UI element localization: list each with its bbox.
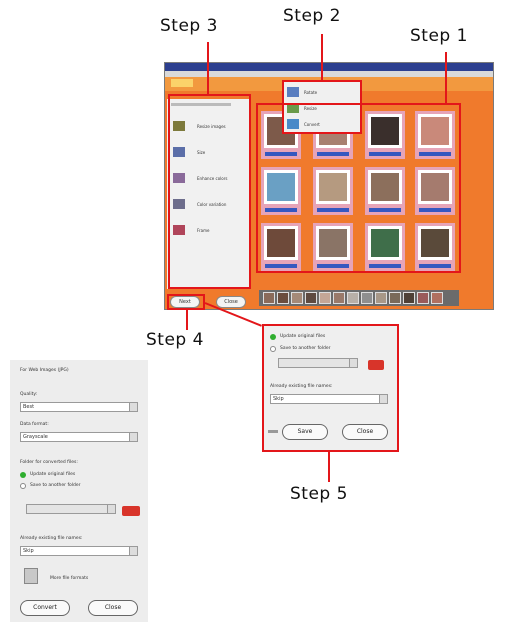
step-2-connector bbox=[321, 34, 323, 81]
film-frame[interactable] bbox=[361, 292, 373, 304]
step-5-connector bbox=[328, 452, 330, 482]
close-button[interactable]: Close bbox=[88, 600, 138, 616]
film-frame[interactable] bbox=[305, 292, 317, 304]
film-frame[interactable] bbox=[291, 292, 303, 304]
step-1-connector bbox=[445, 52, 447, 104]
save-to-folder-radio[interactable] bbox=[20, 483, 26, 489]
existing-names-label: Already existing file names: bbox=[20, 536, 83, 541]
convert-options-panel: For Web Images (JPG) Quality: Best Data … bbox=[10, 360, 148, 622]
folder-icon[interactable] bbox=[122, 506, 140, 516]
title-bar bbox=[165, 63, 493, 71]
step-3-connector bbox=[207, 42, 209, 95]
film-frame[interactable] bbox=[431, 292, 443, 304]
save-to-folder-label: Save to another folder bbox=[30, 483, 81, 488]
format-label: Data format: bbox=[20, 422, 49, 427]
step-4-highlight-box bbox=[167, 294, 205, 310]
quality-value: Best bbox=[23, 404, 35, 410]
folder-label: Folder for converted files: bbox=[20, 460, 78, 465]
existing-names-select[interactable]: Skip bbox=[20, 546, 138, 556]
film-frame[interactable] bbox=[319, 292, 331, 304]
film-frame[interactable] bbox=[375, 292, 387, 304]
film-frame[interactable] bbox=[403, 292, 415, 304]
logo bbox=[171, 79, 193, 87]
step-5-highlight-box bbox=[262, 324, 399, 452]
format-value: Grayscale bbox=[23, 434, 48, 440]
step-1-highlight-box bbox=[256, 103, 461, 273]
step-5-label: Step 5 bbox=[290, 484, 348, 504]
file-formats-icon[interactable] bbox=[24, 568, 38, 584]
close-button[interactable]: Close bbox=[216, 296, 246, 308]
film-frame[interactable] bbox=[347, 292, 359, 304]
step-3-label: Step 3 bbox=[160, 16, 218, 36]
film-frame[interactable] bbox=[389, 292, 401, 304]
step-2-label: Step 2 bbox=[283, 6, 341, 26]
format-select[interactable]: Grayscale bbox=[20, 432, 138, 442]
film-frame[interactable] bbox=[263, 292, 275, 304]
existing-names-value: Skip bbox=[23, 548, 34, 554]
quality-select[interactable]: Best bbox=[20, 402, 138, 412]
quality-label: Quality: bbox=[20, 392, 38, 397]
folder-path-field[interactable] bbox=[26, 504, 116, 514]
film-frame[interactable] bbox=[277, 292, 289, 304]
convert-button[interactable]: Convert bbox=[20, 600, 70, 616]
update-originals-label: Update original files bbox=[30, 472, 76, 477]
update-originals-radio[interactable] bbox=[20, 472, 26, 478]
film-frame[interactable] bbox=[333, 292, 345, 304]
panel-heading: For Web Images (JPG) bbox=[20, 368, 69, 373]
more-formats-label[interactable]: More file formats bbox=[50, 576, 88, 581]
step-3-highlight-box bbox=[168, 94, 251, 289]
step-4-connector bbox=[186, 310, 188, 330]
step-1-label: Step 1 bbox=[410, 26, 468, 46]
step-4-label: Step 4 bbox=[146, 330, 204, 350]
filmstrip bbox=[259, 290, 459, 306]
film-frame[interactable] bbox=[417, 292, 429, 304]
